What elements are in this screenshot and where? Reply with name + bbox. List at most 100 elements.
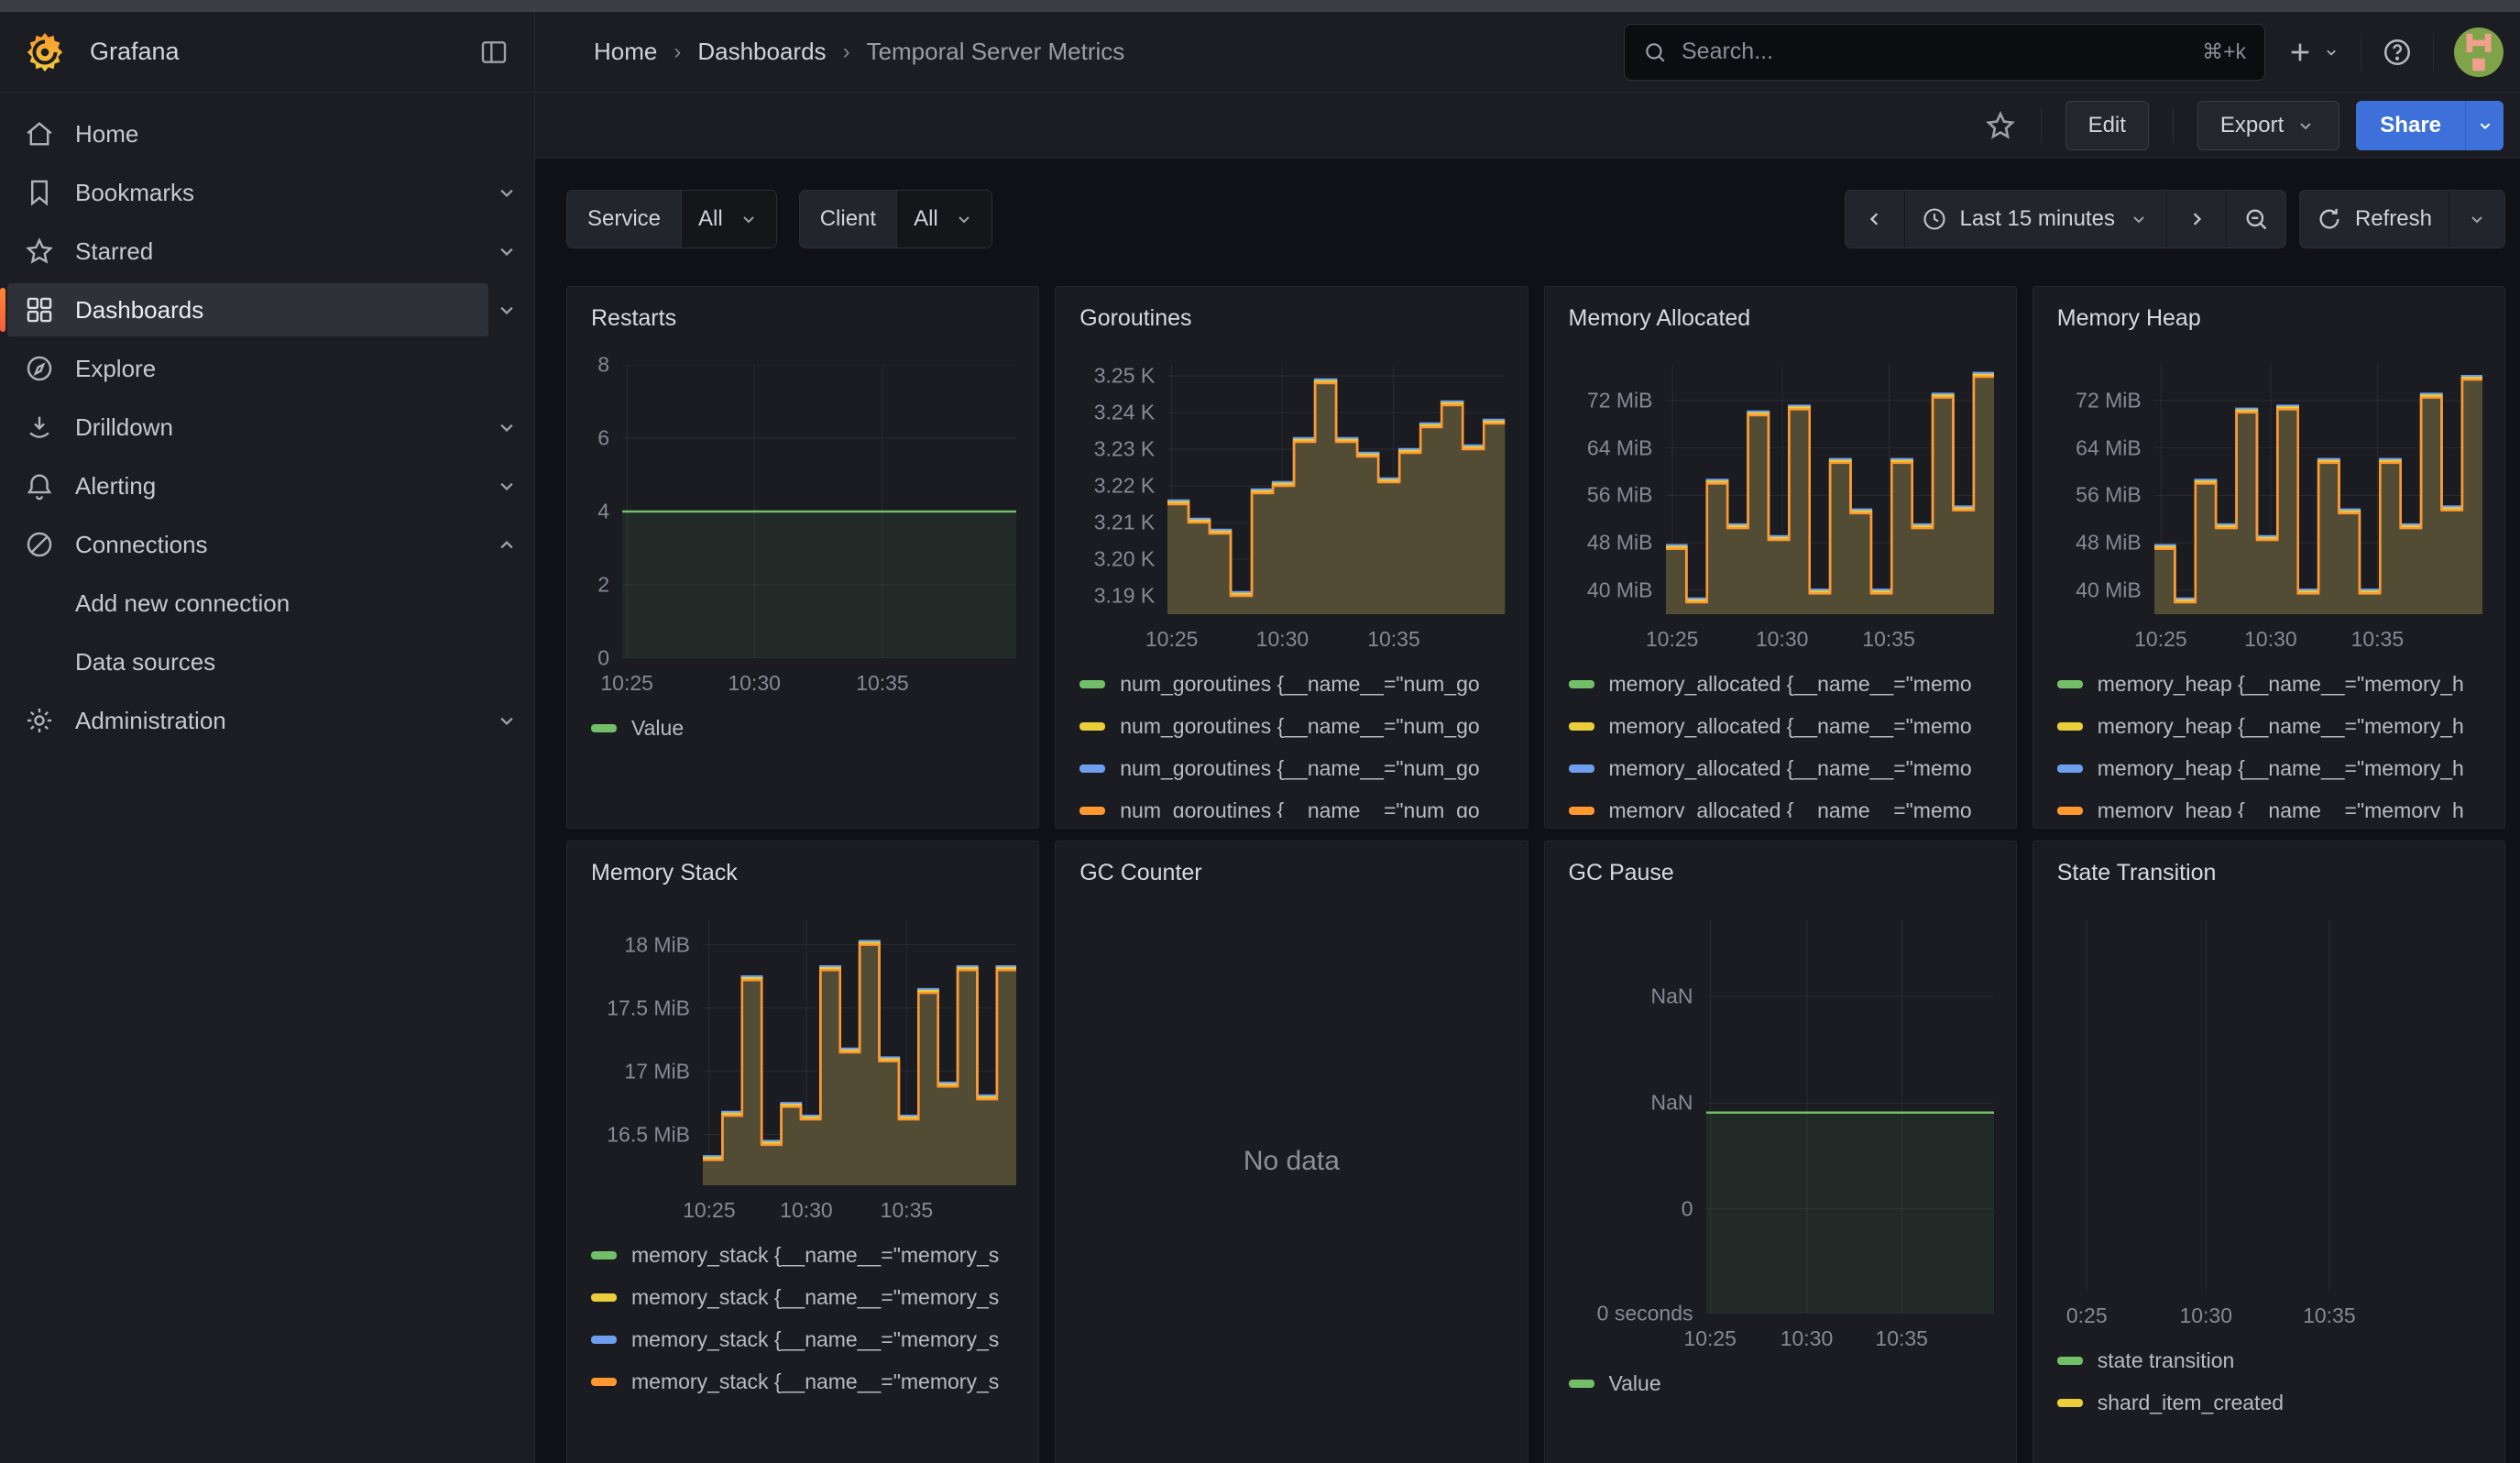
search-input[interactable] (1682, 38, 2187, 65)
x-tick-label: 10:35 (1862, 627, 1915, 652)
sidebar-item-starred[interactable]: Starred (7, 225, 488, 278)
edit-button[interactable]: Edit (2065, 101, 2149, 150)
plot-area[interactable] (1666, 365, 1994, 614)
client-filter[interactable]: Client All (799, 190, 992, 248)
y-tick-label: 40 MiB (1587, 578, 1653, 603)
sidebar-item-data-sources[interactable]: Data sources (7, 635, 520, 688)
panel-toggle-icon[interactable] (477, 38, 510, 67)
legend-item[interactable]: memory_allocated {__name__="memo (1569, 713, 1994, 739)
sidebar-item-bookmarks[interactable]: Bookmarks (7, 166, 488, 219)
legend-color-chip (1079, 680, 1105, 688)
legend-item[interactable]: memory_heap {__name__="memory_h (2057, 713, 2482, 739)
y-tick-label: 0 seconds (1597, 1302, 1693, 1326)
y-tick-label: 56 MiB (1587, 483, 1653, 508)
sidebar-row: Bookmarks (7, 166, 520, 219)
plot-area[interactable] (703, 919, 1016, 1185)
breadcrumb-home[interactable]: Home (594, 38, 657, 66)
legend-item[interactable]: memory_stack {__name__="memory_s (591, 1242, 1016, 1268)
avatar[interactable] (2454, 28, 2504, 77)
avatar-image (2454, 28, 2504, 77)
panel-title[interactable]: State Transition (2057, 856, 2482, 889)
legend-item[interactable]: memory_stack {__name__="memory_s (591, 1284, 1016, 1310)
plot-area[interactable] (2154, 365, 2482, 614)
sidebar-item-connections[interactable]: Connections (7, 518, 488, 571)
sidebar-item-drilldown[interactable]: Drilldown (7, 401, 488, 454)
star-favorite-icon[interactable] (1984, 109, 2017, 142)
legend-item[interactable]: memory_heap {__name__="memory_h (2057, 755, 2482, 781)
grafana-logo-icon[interactable] (24, 31, 66, 73)
x-axis-labels: 10:2510:3010:35 (622, 671, 1016, 695)
panel-title[interactable]: Memory Heap (2057, 302, 2482, 335)
compass-icon (24, 353, 55, 384)
legend-label: Value (631, 716, 684, 741)
zoom-out-button[interactable] (2226, 191, 2285, 248)
sidebar-item-explore[interactable]: Explore (7, 342, 520, 395)
refresh-interval-button[interactable] (2449, 191, 2504, 248)
legend-item[interactable]: num_goroutines {__name__="num_go (1079, 713, 1505, 739)
sidebar-item-dashboards[interactable]: Dashboards (7, 283, 488, 336)
legend-item[interactable]: num_goroutines {__name__="num_go (1079, 671, 1505, 697)
legend-label: num_goroutines {__name__="num_go (1120, 672, 1479, 697)
legend-item[interactable]: memory_stack {__name__="memory_s (591, 1369, 1016, 1394)
legend-item[interactable]: memory_heap {__name__="memory_h (2057, 798, 2482, 818)
sidebar-item-label: Data sources (75, 648, 215, 676)
plot-area[interactable] (622, 365, 1016, 658)
sidebar-item-label: Bookmarks (75, 179, 194, 207)
refresh-button[interactable]: Refresh (2300, 191, 2449, 248)
sidebar-item-add-new-connection[interactable]: Add new connection (7, 577, 520, 630)
chevron-down-icon (2466, 208, 2488, 230)
sidebar-item-home[interactable]: Home (7, 107, 520, 160)
sidebar-item-alerting[interactable]: Alerting (7, 459, 488, 512)
legend-item[interactable]: shard_item_created (2057, 1390, 2482, 1415)
chevron-down-icon (738, 208, 760, 230)
chevron-down-icon[interactable] (494, 414, 520, 440)
legend-item[interactable]: Value (1569, 1370, 1994, 1396)
panel-title[interactable]: Goroutines (1079, 302, 1505, 335)
search-box[interactable]: ⌘+k (1624, 24, 2265, 81)
legend-item[interactable]: num_goroutines {__name__="num_go (1079, 755, 1505, 781)
plus-icon (2285, 38, 2315, 67)
chevron-up-icon[interactable] (494, 532, 520, 557)
plot-area[interactable] (1706, 919, 1994, 1314)
chevron-down-icon[interactable] (494, 180, 520, 205)
chevron-down-icon (2128, 208, 2150, 230)
legend-label: memory_heap {__name__="memory_h (2098, 714, 2464, 739)
legend-item[interactable]: state transition (2057, 1348, 2482, 1373)
time-back-button[interactable] (1846, 191, 1904, 248)
legend-label: memory_allocated {__name__="memo (1609, 756, 1972, 781)
y-tick-label: 3.22 K (1094, 474, 1156, 499)
plot-area[interactable] (2057, 919, 2482, 1291)
time-forward-button[interactable] (2166, 191, 2226, 248)
x-tick-label: 10:30 (1756, 627, 1809, 652)
legend-item[interactable]: memory_allocated {__name__="memo (1569, 798, 1994, 818)
panel-title[interactable]: Restarts (591, 302, 1016, 335)
panel-title[interactable]: Memory Allocated (1569, 302, 1994, 335)
share-menu-button[interactable] (2465, 101, 2504, 150)
add-button[interactable] (2285, 38, 2340, 67)
service-filter[interactable]: Service All (566, 190, 777, 248)
legend-label: num_goroutines {__name__="num_go (1120, 798, 1479, 819)
legend-item[interactable]: memory_allocated {__name__="memo (1569, 755, 1994, 781)
time-range-picker[interactable]: Last 15 minutes (1904, 191, 2166, 248)
y-tick-label: 0 (1682, 1196, 1693, 1221)
legend-item[interactable]: Value (591, 715, 1016, 741)
legend-item[interactable]: num_goroutines {__name__="num_go (1079, 798, 1505, 818)
toolbar-divider (2173, 108, 2174, 143)
panel-title[interactable]: GC Pause (1569, 856, 1994, 889)
legend-item[interactable]: memory_heap {__name__="memory_h (2057, 671, 2482, 697)
y-tick-label: 0 (597, 646, 609, 671)
chevron-down-icon[interactable] (494, 708, 520, 733)
plot-area[interactable] (1167, 365, 1505, 614)
breadcrumb-dashboards[interactable]: Dashboards (697, 38, 826, 66)
legend-label: memory_heap {__name__="memory_h (2098, 756, 2464, 781)
chevron-down-icon[interactable] (494, 473, 520, 499)
chevron-down-icon[interactable] (494, 297, 520, 323)
panel-title[interactable]: Memory Stack (591, 856, 1016, 889)
share-button[interactable]: Share (2356, 101, 2465, 150)
chevron-down-icon[interactable] (494, 238, 520, 264)
help-button[interactable] (2382, 37, 2413, 68)
export-button[interactable]: Export (2197, 101, 2339, 150)
legend-item[interactable]: memory_allocated {__name__="memo (1569, 671, 1994, 697)
sidebar-item-administration[interactable]: Administration (7, 694, 488, 747)
legend-item[interactable]: memory_stack {__name__="memory_s (591, 1326, 1016, 1352)
